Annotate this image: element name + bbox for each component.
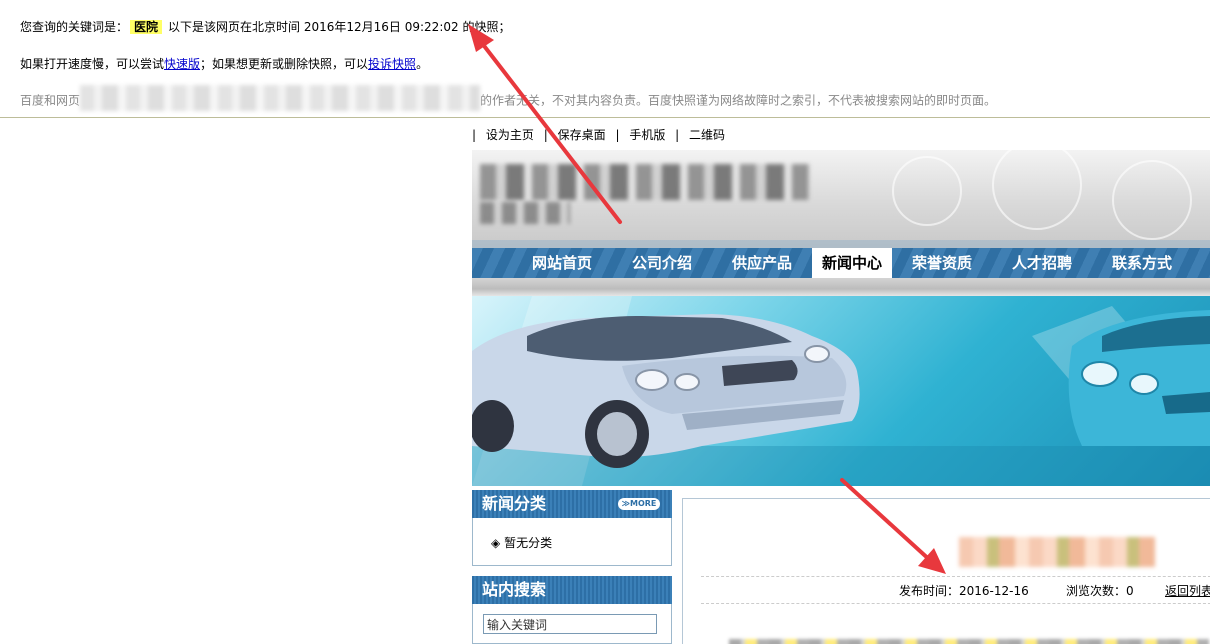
set-homepage-link[interactable]: 设为主页 [486,128,534,142]
save-desktop-link[interactable]: 保存桌面 [558,128,606,142]
nav-item-news[interactable]: 新闻中心 [812,248,892,278]
nav-item-jobs[interactable]: 人才招聘 [1002,248,1082,278]
keyword-prefix: 您查询的关键词是： [20,20,129,34]
car-illustration [472,296,1210,486]
topbar-separator: | [472,128,477,142]
car-banner-image [472,296,1210,486]
options-text-c: 。 [416,57,429,71]
complain-snapshot-link[interactable]: 投诉快照 [368,57,416,71]
mobile-version-link[interactable]: 手机版 [629,128,665,142]
article-panel: 发布时间：2016-12-16 浏览次数：0 返回列表 [682,498,1210,644]
publish-date: 发布时间：2016-12-16 [899,584,1029,598]
site-header-banner [472,150,1210,248]
snapshot-disclaimer: 百度和网页 的作者无关，不对其内容负责。百度快照谨为网络故障时之索引，不代表被搜索… [20,85,997,111]
watermark-circle [1112,160,1192,240]
fast-version-link[interactable]: 快速版 [164,57,200,71]
options-text-a: 如果打开速度慢，可以尝试 [20,57,165,71]
back-to-list-link[interactable]: 返回列表 [1165,577,1210,605]
disclaimer-text-a: 百度和网页 [20,93,81,108]
snapshot-header: 您查询的关键词是： 医院 以下是该网页在北京时间 2016年12月16日 09:22… [0,0,1210,118]
site-search-header: 站内搜索 [472,576,672,604]
topbar-separator: | [675,128,680,142]
nav-item-contact[interactable]: 联系方式 [1102,248,1182,278]
snapshot-options-line: 如果打开速度慢，可以尝试快速版；如果想更新或删除快照，可以投诉快照。 [20,55,428,72]
blurred-company-logo [480,164,810,200]
options-text-b: ；如果想更新或删除快照，可以 [200,57,369,71]
blurred-company-logo-sub [480,202,570,224]
blurred-article-body [729,639,1209,644]
news-category-item[interactable]: 暂无分类 [504,536,552,550]
blurred-article-title [959,537,1155,567]
nav-item-honors[interactable]: 荣誉资质 [902,248,982,278]
site-search-title: 站内搜索 [482,580,547,599]
captured-website: | 设为主页 | 保存桌面 | 手机版 | 二维码 网站首页 公司介绍 供应产品… [472,118,1210,644]
disclaimer-text-b: 的作者无关，不对其内容负责。百度快照谨为网络故障时之索引，不代表被搜索网站的即时… [480,93,997,108]
nav-item-home[interactable]: 网站首页 [522,248,602,278]
nav-shadow [472,278,1210,296]
topbar-separator: | [543,128,548,142]
site-search-box [472,604,672,644]
news-category-header: 新闻分类 ≫MORE [472,490,672,518]
header-curve [472,240,1210,248]
qrcode-link[interactable]: 二维码 [689,128,725,142]
article-meta: 发布时间：2016-12-16 浏览次数：0 返回列表 [701,576,1210,604]
main-nav: 网站首页 公司介绍 供应产品 新闻中心 荣誉资质 人才招聘 联系方式 [472,248,1210,278]
blurred-url [80,85,481,111]
site-topbar: | 设为主页 | 保存桌面 | 手机版 | 二维码 [472,126,725,144]
watermark-circle [992,150,1082,230]
view-count: 浏览次数：0 [1066,584,1134,598]
news-category-title: 新闻分类 [482,494,547,513]
watermark-circle [892,156,962,226]
snapshot-info-line: 您查询的关键词是： 医院 以下是该网页在北京时间 2016年12月16日 09:22… [20,18,510,35]
topbar-separator: | [615,128,620,142]
nav-item-products[interactable]: 供应产品 [722,248,802,278]
more-button[interactable]: ≫MORE [618,498,660,510]
keyword-highlight: 医院 [130,20,163,34]
diamond-bullet-icon: ◈ [491,536,501,550]
search-input[interactable] [483,614,657,634]
left-sidebar: 新闻分类 ≫MORE ◈ 暂无分类 站内搜索 [472,490,672,644]
snapshot-time-text: 以下是该网页在北京时间 2016年12月16日 09:22:02 的快照； [168,20,511,34]
news-category-list: ◈ 暂无分类 [472,518,672,566]
nav-item-about[interactable]: 公司介绍 [622,248,702,278]
